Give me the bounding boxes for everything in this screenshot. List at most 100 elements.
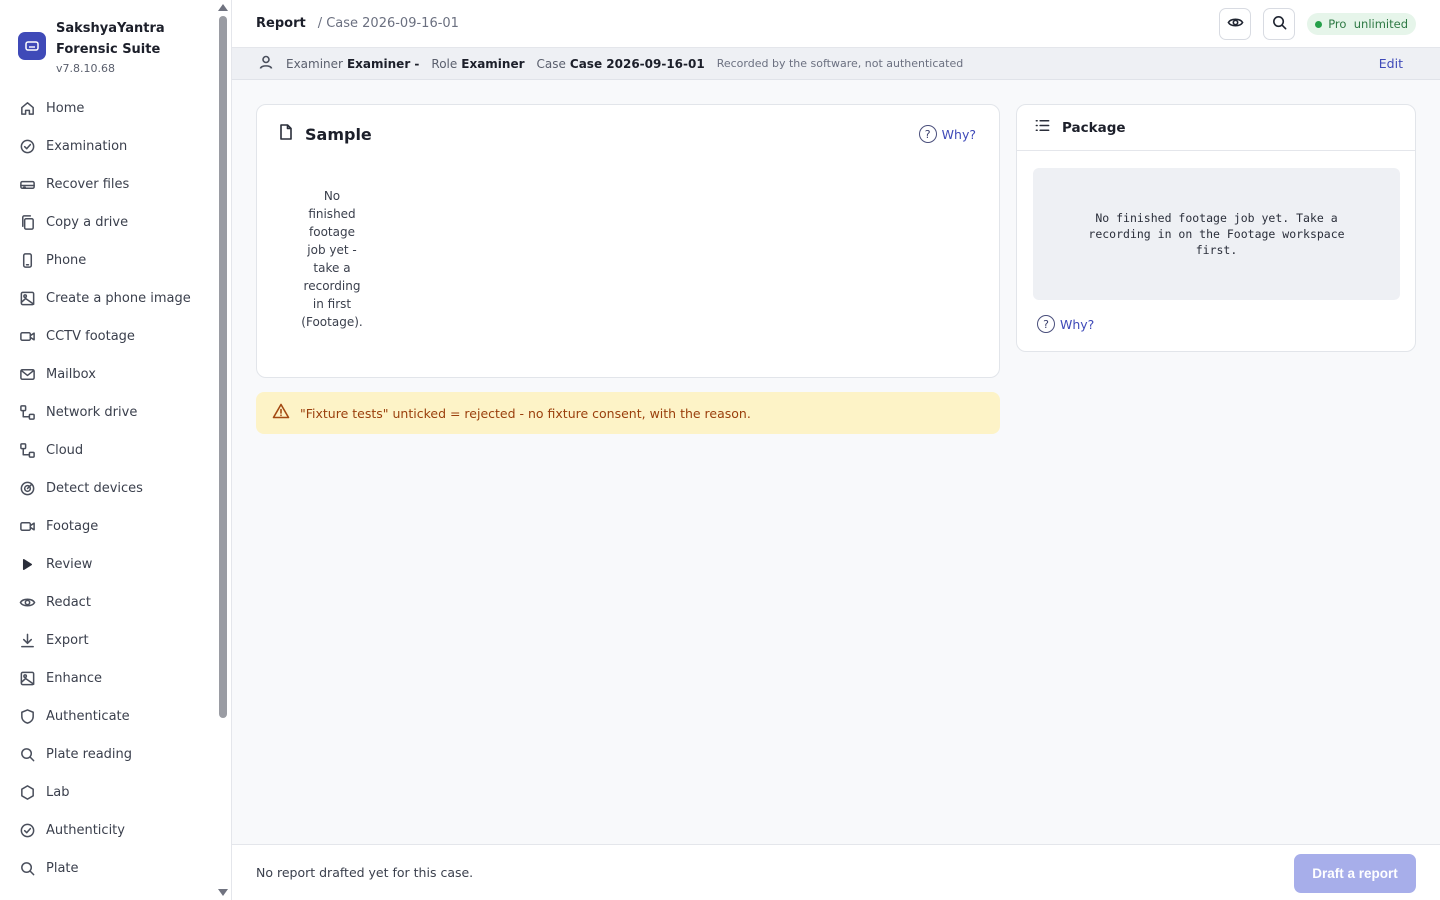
help-circle-icon: ? (918, 125, 937, 143)
report-status-text: No report drafted yet for this case. (256, 865, 474, 880)
package-title: Package (1062, 119, 1126, 136)
breadcrumb-case[interactable]: / Case 2026-09-16-01 (318, 16, 459, 31)
package-empty-message: No finished footage job yet. Take a reco… (1088, 211, 1345, 257)
edit-link[interactable]: Edit (1379, 56, 1403, 71)
case-value: Case 2026-09-16-01 (569, 56, 705, 71)
sidebar-item-label: Lab (46, 784, 70, 800)
sidebar-item-label: Plate reading (46, 746, 133, 762)
shield-icon (18, 707, 36, 725)
sidebar-item-lab[interactable]: Lab (0, 773, 231, 811)
sidebar-item-label: Network drive (46, 404, 138, 420)
user-icon (258, 54, 274, 73)
status-dot-icon (1315, 20, 1323, 28)
app-name-line1: SakshyaYantra (56, 21, 165, 36)
sidebar-item-network-drive[interactable]: Network drive (0, 393, 231, 431)
image-icon (18, 669, 36, 687)
sidebar-nav: Home Examination Recover files Copy a dr… (0, 89, 231, 887)
check-circle-icon (18, 821, 36, 839)
sidebar-item-label: Export (46, 632, 89, 648)
sidebar-item-label: Cloud (46, 442, 84, 458)
app-version: v7.8.10.68 (56, 62, 115, 75)
sidebar-item-cloud[interactable]: Cloud (0, 431, 231, 469)
sidebar-item-label: Authenticate (46, 708, 130, 724)
sample-header: Sample (257, 105, 999, 163)
sidebar-item-export[interactable]: Export (0, 621, 231, 659)
image-icon (18, 289, 36, 307)
sample-why-link[interactable]: ? Why? (918, 125, 976, 143)
sidebar-item-authenticate[interactable]: Authenticate (0, 697, 231, 735)
sidebar-item-recover-files[interactable]: Recover files (0, 165, 231, 203)
examiner-key: Examiner (286, 56, 343, 71)
case-key: Case (536, 56, 566, 71)
sidebar-item-label: Authenticity (46, 822, 125, 838)
role-value: Examiner (461, 56, 525, 71)
topbar-actions: Pro unlimited (1207, 8, 1416, 40)
sidebar-item-create-phone-image[interactable]: Create a phone image (0, 279, 231, 317)
sidebar-item-label: Footage (46, 518, 99, 534)
scroll-down-arrow-icon[interactable] (218, 889, 228, 896)
plan-label: Pro unlimited (1328, 17, 1408, 31)
why-label: Why? (1060, 316, 1095, 332)
scrollbar-thumb[interactable] (219, 16, 227, 718)
warning-text: "Fixture tests" unticked = rejected - no… (300, 405, 751, 421)
sidebar-item-label: Redact (46, 594, 91, 610)
scroll-up-arrow-icon[interactable] (218, 4, 228, 11)
sidebar-item-label: Examination (46, 138, 128, 154)
package-header: Package (1017, 105, 1415, 151)
sidebar-item-review[interactable]: Review (0, 545, 231, 583)
network-icon (18, 441, 36, 459)
sidebar-item-plate-reading[interactable]: Plate reading (0, 735, 231, 773)
check-circle-icon (18, 137, 36, 155)
role-key: Role (431, 56, 458, 71)
package-empty-box: No finished footage job yet. Take a reco… (1033, 168, 1400, 300)
sidebar-item-label: Enhance (46, 670, 103, 686)
eye-icon (1227, 14, 1244, 34)
sample-card: Sample ? Why? No finished footage job ye… (256, 104, 1000, 378)
mail-icon (18, 365, 36, 383)
sidebar-item-label: Review (46, 556, 93, 572)
sidebar-item-label: Plate (46, 860, 79, 876)
sidebar-item-enhance[interactable]: Enhance (0, 659, 231, 697)
search-button[interactable] (1263, 8, 1296, 40)
play-icon (18, 555, 36, 573)
sidebar-item-authenticity[interactable]: Authenticity (0, 811, 231, 849)
sidebar-item-label: Create a phone image (46, 290, 191, 306)
sidebar-item-detect-devices[interactable]: Detect devices (0, 469, 231, 507)
home-icon (18, 99, 36, 117)
sidebar-item-copy-a-drive[interactable]: Copy a drive (0, 203, 231, 241)
file-icon (277, 123, 295, 145)
copy-icon (18, 213, 36, 231)
sidebar-scrollbar[interactable] (216, 0, 230, 900)
sidebar: SakshyaYantra Forensic Suite v7.8.10.68 … (0, 0, 232, 900)
sidebar-item-label: Copy a drive (46, 214, 129, 230)
video-icon (18, 327, 36, 345)
preview-button[interactable] (1219, 8, 1252, 40)
sidebar-item-cctv-footage[interactable]: CCTV footage (0, 317, 231, 355)
fixture-warning-banner: "Fixture tests" unticked = rejected - no… (256, 392, 1000, 434)
sidebar-item-plate[interactable]: Plate (0, 849, 231, 887)
recording-note: Recorded by the software, not authentica… (716, 57, 964, 70)
plan-badge: Pro unlimited (1307, 13, 1416, 35)
help-circle-icon: ? (1037, 315, 1055, 333)
sidebar-item-phone[interactable]: Phone (0, 241, 231, 279)
network-icon (18, 403, 36, 421)
sample-empty-message: No finished footage job yet - take a rec… (301, 189, 363, 329)
eye-icon (18, 593, 36, 611)
sidebar-item-examination[interactable]: Examination (0, 127, 231, 165)
draft-report-button[interactable]: Draft a report (1294, 854, 1416, 893)
hard-drive-icon (18, 175, 36, 193)
sidebar-item-home[interactable]: Home (0, 89, 231, 127)
package-card: Package No finished footage job yet. Tak… (1016, 104, 1416, 352)
package-why-link[interactable]: ? Why? (1037, 315, 1094, 333)
sidebar-item-label: Detect devices (46, 480, 143, 496)
case-info-bar: Examiner Examiner - Role Examiner Case C… (232, 48, 1440, 80)
sample-title: Sample (305, 124, 372, 144)
sidebar-item-redact[interactable]: Redact (0, 583, 231, 621)
download-icon (18, 631, 36, 649)
brand: SakshyaYantra Forensic Suite v7.8.10.68 (0, 0, 231, 88)
sidebar-item-footage[interactable]: Footage (0, 507, 231, 545)
search-icon (18, 745, 36, 763)
examiner-value: Examiner - (346, 56, 420, 71)
app-name-line2: Forensic Suite (56, 42, 161, 57)
sidebar-item-mailbox[interactable]: Mailbox (0, 355, 231, 393)
